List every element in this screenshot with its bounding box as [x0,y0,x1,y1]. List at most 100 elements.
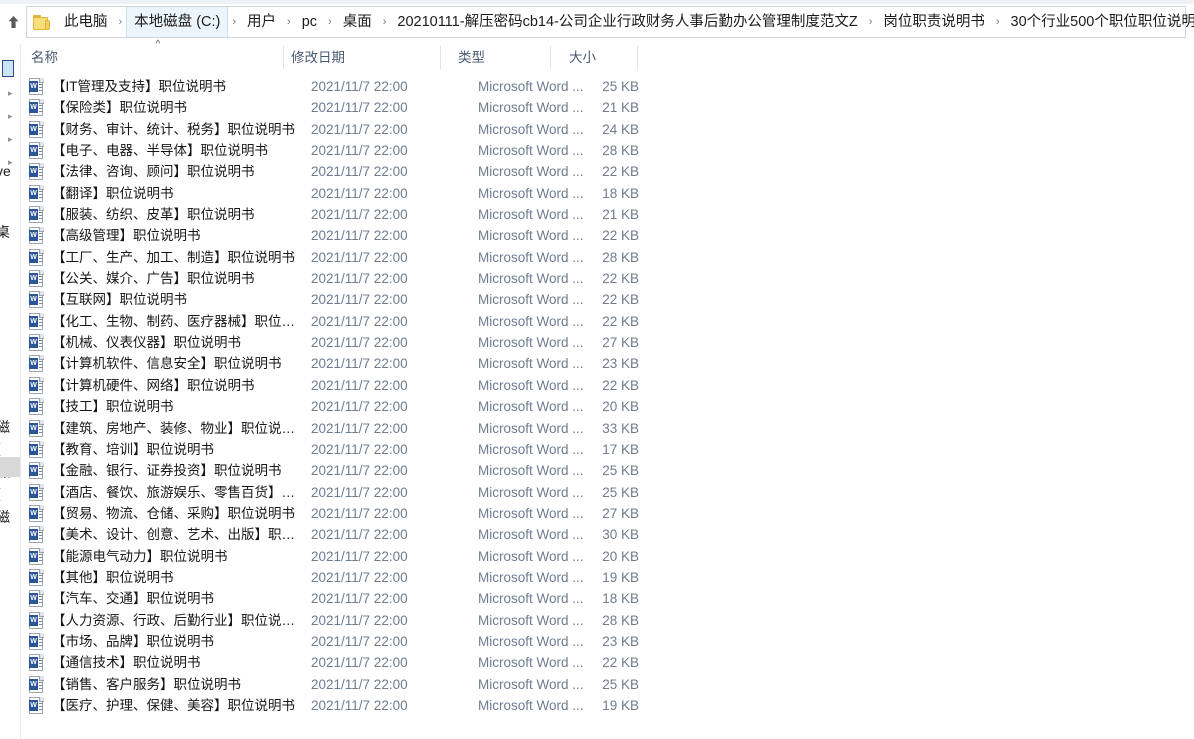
file-row[interactable]: W 【法律、咨询、顾问】职位说明书 2021/11/7 22:00 Microsoft… [21,161,1194,182]
breadcrumb-separator-icon: › [232,16,237,28]
file-size: 23 KB [602,633,639,649]
file-size: 22 KB [602,164,639,180]
column-header[interactable]: 大小 [569,48,596,67]
file-row[interactable]: W 【公关、媒介、广告】职位说明书 2021/11/7 22:00 Microsoft… [21,268,1194,289]
file-row[interactable]: W 【贸易、物流、仓储、采购】职位说明书 2021/11/7 22:00 Micros… [21,503,1194,524]
file-size: 22 KB [602,313,639,329]
file-row[interactable]: W 【通信技术】职位说明书 2021/11/7 22:00 Microsoft Wor… [21,652,1194,673]
file-date: 2021/11/7 22:00 [311,356,408,372]
file-row[interactable]: W 【其他】职位说明书 2021/11/7 22:00 Microsoft Word … [21,567,1194,588]
file-row[interactable]: W 【能源电气动力】职位说明书 2021/11/7 22:00 Microsoft W… [21,546,1194,567]
file-name: 【财务、审计、统计、税务】职位说明书 [52,121,295,137]
file-name: 【美术、设计、创意、艺术、出版】职位... [52,527,297,543]
breadcrumb-item[interactable]: pc [295,9,324,35]
word-document-icon: W [29,504,45,522]
file-name: 【医疗、护理、保健、美容】职位说明书 [52,697,295,713]
breadcrumb-item[interactable]: 岗位职责说明书 [876,9,992,35]
breadcrumb-item[interactable]: 桌面 [336,9,379,35]
up-one-level-button[interactable] [4,12,22,32]
file-date: 2021/11/7 22:00 [311,121,408,137]
window-top-edge [0,0,1194,4]
file-row[interactable]: W 【教育、培训】职位说明书 2021/11/7 22:00 Microsoft Wo… [21,439,1194,460]
chevron-right-icon[interactable]: ▸ [8,134,13,145]
chevron-right-icon[interactable]: ▸ [8,88,13,99]
nav-item-label[interactable]: ( [0,485,1,501]
breadcrumb-separator-icon: › [382,16,387,28]
file-size: 21 KB [602,207,639,223]
file-row[interactable]: W 【美术、设计、创意、艺术、出版】职位... 2021/11/7 22:00 Mic… [21,524,1194,545]
file-row[interactable]: W 【保险类】职位说明书 2021/11/7 22:00 Microsoft Word… [21,97,1194,118]
file-row[interactable]: W 【金融、银行、证券投资】职位说明书 2021/11/7 22:00 Microso… [21,460,1194,481]
breadcrumb-item[interactable]: 30个行业500个职位职位说明书 [1004,9,1194,35]
file-row[interactable]: W 【机械、仪表仪器】职位说明书 2021/11/7 22:00 Microsoft … [21,332,1194,353]
file-row[interactable]: W 【翻译】职位说明书 2021/11/7 22:00 Microsoft Word … [21,183,1194,204]
file-row[interactable]: W 【IT管理及支持】职位说明书 2021/11/7 22:00 Microsoft … [21,76,1194,97]
file-row[interactable]: W 【酒店、餐饮、旅游娱乐、零售百货】职... 2021/11/7 22:00 Mic… [21,482,1194,503]
column-header-row[interactable]: 名称 修改日期 类型 大小 [21,44,1194,71]
file-row[interactable]: W 【建筑、房地产、装修、物业】职位说明... 2021/11/7 22:00 Mic… [21,418,1194,439]
file-list[interactable]: W 【IT管理及支持】职位说明书 2021/11/7 22:00 Microsoft … [21,76,1194,716]
file-row[interactable]: W 【销售、客户服务】职位说明书 2021/11/7 22:00 Microsoft … [21,674,1194,695]
file-date: 2021/11/7 22:00 [311,249,408,265]
file-row[interactable]: W 【高级管理】职位说明书 2021/11/7 22:00 Microsoft Wor… [21,225,1194,246]
nav-item-label[interactable]: ve [0,163,11,179]
word-document-icon: W [29,526,45,544]
breadcrumb-item[interactable]: 20210111-解压密码cb14-公司企业行政财务人事后勤办公管理制度范文Z [390,9,864,35]
file-name: 【公关、媒介、广告】职位说明书 [52,271,255,287]
nav-item-label[interactable]: ( [0,440,1,456]
file-size: 17 KB [602,441,639,457]
header-separator [21,70,1194,71]
word-document-icon: W [29,568,45,586]
column-resize-handle[interactable] [637,46,638,69]
column-header[interactable]: 类型 [458,48,485,67]
breadcrumb[interactable]: 此电脑 › 本地磁盘 (C:) › 用户 › pc › 桌面 › 20210111-解压密码cb14… [26,6,1194,38]
file-row[interactable]: W 【服装、纺织、皮革】职位说明书 2021/11/7 22:00 Microsoft… [21,204,1194,225]
file-row[interactable]: W 【工厂、生产、加工、制造】职位说明书 2021/11/7 22:00 Micros… [21,247,1194,268]
word-document-icon: W [29,78,45,95]
file-size: 19 KB [602,569,639,585]
word-document-icon: W [29,270,45,288]
file-size: 18 KB [602,591,639,607]
nav-item-label[interactable]: 桌 [0,222,10,242]
file-row[interactable]: W 【财务、审计、统计、税务】职位说明书 2021/11/7 22:00 Micros… [21,119,1194,140]
word-document-icon: W [29,227,45,245]
column-resize-handle[interactable] [550,46,551,69]
file-name: 【其他】职位说明书 [52,569,174,585]
file-row[interactable]: W 【化工、生物、制药、医疗器械】职位说... 2021/11/7 22:00 Mic… [21,311,1194,332]
word-document-icon: W [29,334,45,352]
nav-item-label[interactable]: 磁 [0,507,10,527]
file-name: 【工厂、生产、加工、制造】职位说明书 [52,249,295,265]
file-size: 19 KB [602,697,639,713]
word-document-icon: W [29,590,45,608]
navigation-pane[interactable]: ▸▸▸▸ ve桌磁(磁(磁 [0,44,21,739]
breadcrumb-separator-icon: › [287,16,291,28]
file-row[interactable]: W 【汽车、交通】职位说明书 2021/11/7 22:00 Microsoft Wo… [21,588,1194,609]
chevron-right-icon[interactable]: ▸ [8,111,13,122]
breadcrumb-item[interactable]: 此电脑 [57,9,115,35]
column-resize-handle[interactable] [283,46,284,69]
file-row[interactable]: W 【电子、电器、半导体】职位说明书 2021/11/7 22:00 Microsof… [21,140,1194,161]
word-document-icon: W [29,376,45,394]
file-date: 2021/11/7 22:00 [311,463,408,479]
column-resize-handle[interactable] [440,46,441,69]
file-date: 2021/11/7 22:00 [311,441,408,457]
nav-item-label[interactable]: 磁 [0,417,10,437]
file-name: 【汽车、交通】职位说明书 [52,591,214,607]
file-row[interactable]: W 【市场、品牌】职位说明书 2021/11/7 22:00 Microsoft Wo… [21,631,1194,652]
file-date: 2021/11/7 22:00 [311,313,408,329]
file-row[interactable]: W 【技工】职位说明书 2021/11/7 22:00 Microsoft Word … [21,396,1194,417]
breadcrumb-item[interactable]: 本地磁盘 (C:) [126,7,229,37]
file-date: 2021/11/7 22:00 [311,548,408,564]
file-row[interactable]: W 【计算机软件、信息安全】职位说明书 2021/11/7 22:00 Microso… [21,353,1194,374]
column-header[interactable]: 修改日期 [291,48,345,67]
file-row[interactable]: W 【计算机硬件、网络】职位说明书 2021/11/7 22:00 Microsoft… [21,375,1194,396]
file-row[interactable]: W 【医疗、护理、保健、美容】职位说明书 2021/11/7 22:00 Micros… [21,695,1194,716]
file-row[interactable]: W 【人力资源、行政、后勤行业】职位说明... 2021/11/7 22:00 Mic… [21,610,1194,631]
file-date: 2021/11/7 22:00 [311,100,408,116]
file-row[interactable]: W 【互联网】职位说明书 2021/11/7 22:00 Microsoft Word… [21,289,1194,310]
word-document-icon: W [29,654,45,672]
file-size: 22 KB [602,377,639,393]
breadcrumb-item[interactable]: 用户 [240,9,283,35]
column-header[interactable]: 名称 [31,48,58,67]
up-arrow-icon [8,16,18,28]
